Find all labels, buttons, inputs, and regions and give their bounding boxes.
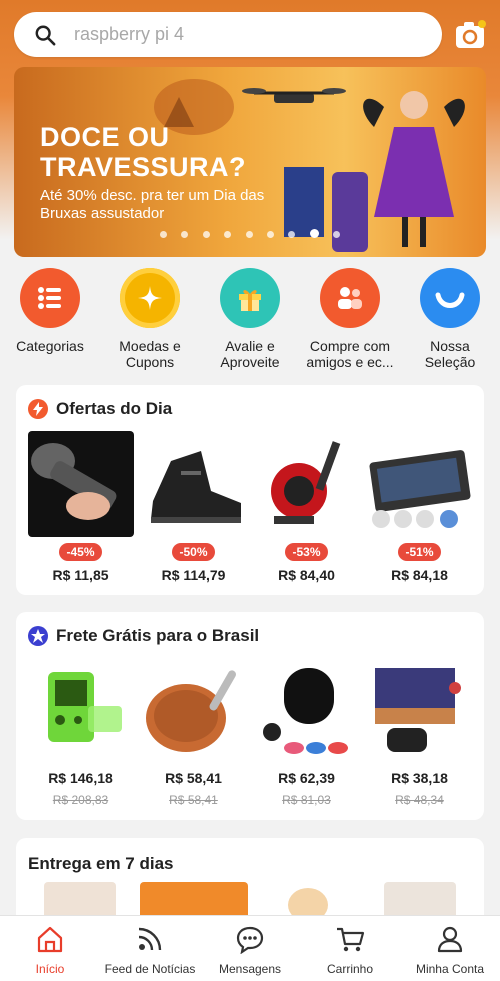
- product-old-price: R$ 48,34: [395, 793, 444, 807]
- gift-icon: [220, 268, 280, 328]
- carousel-dot[interactable]: [245, 231, 253, 238]
- free-shipping-title: Frete Grátis para o Brasil: [56, 626, 260, 645]
- tab-home[interactable]: Início: [0, 916, 100, 981]
- daily-deals-card: Ofertas do Dia -45% R$ 11,85 -50% R$ 114…: [16, 385, 484, 595]
- quick-link-label: Avalie e Aproveite: [220, 338, 280, 370]
- quick-link-buy-with-friends[interactable]: Compre com amigos e ec...: [300, 268, 400, 378]
- discount-badge: -53%: [285, 543, 328, 561]
- product-card[interactable]: -50% R$ 114,79: [137, 431, 250, 583]
- product-card[interactable]: -45% R$ 11,85: [24, 431, 137, 583]
- product-price: R$ 84,18: [391, 567, 448, 583]
- free-shipping-card: Frete Grátis para o Brasil R$ 146,18 R$ …: [16, 612, 484, 820]
- discount-badge: -45%: [59, 543, 102, 561]
- banner-title: DOCE OU TRAVESSURA?: [40, 122, 247, 182]
- search-input[interactable]: [74, 24, 404, 45]
- product-card[interactable]: R$ 62,39 R$ 81,03: [250, 658, 363, 807]
- tab-label: Mensagens: [218, 962, 282, 976]
- quick-link-label: Categorias: [16, 338, 84, 354]
- product-image-game-console: [27, 658, 134, 764]
- product-image-fishing-reel: [253, 431, 360, 537]
- product-image-frying-pan: [140, 658, 247, 764]
- product-card[interactable]: -51% R$ 84,18: [363, 431, 476, 583]
- promo-banner[interactable]: DOCE OU TRAVESSURA? Até 30% desc. pra te…: [14, 67, 486, 257]
- tab-messages[interactable]: Mensagens: [200, 916, 300, 981]
- product-card[interactable]: R$ 58,41 R$ 58,41: [137, 658, 250, 807]
- discount-badge: -51%: [398, 543, 441, 561]
- quick-link-reviews[interactable]: Avalie e Aproveite: [200, 268, 300, 378]
- search-bar[interactable]: [14, 12, 442, 57]
- product-image-retro-game: [366, 658, 473, 764]
- product-image-keyboard: [366, 431, 473, 537]
- tab-cart[interactable]: Carrinho: [300, 916, 400, 981]
- quick-link-label: Compre com amigos e ec...: [306, 338, 394, 370]
- product-image-flashlight: [27, 431, 134, 537]
- product-price: R$ 58,41: [165, 770, 222, 786]
- product-image-earbuds: [253, 658, 360, 764]
- carousel-dot[interactable]: [181, 231, 189, 238]
- sparkle-icon: [120, 268, 180, 328]
- carousel-dot-active[interactable]: [309, 229, 319, 238]
- product-price: R$ 62,39: [278, 770, 335, 786]
- smile-icon: [420, 268, 480, 328]
- product-price: R$ 38,18: [391, 770, 448, 786]
- user-icon: [437, 926, 463, 953]
- tab-label: Feed de Notícias: [104, 962, 196, 976]
- tab-label: Minha Conta: [415, 962, 485, 976]
- delivery-title[interactable]: Entrega em 7 dias: [28, 854, 174, 874]
- quick-link-label: Nossa Seleção: [424, 338, 476, 370]
- tab-label: Carrinho: [326, 962, 374, 976]
- product-image-boots: [140, 431, 247, 537]
- tab-feed[interactable]: Feed de Notícias: [100, 916, 200, 981]
- carousel-dot[interactable]: [224, 231, 232, 238]
- product-price: R$ 84,40: [278, 567, 335, 583]
- carousel-dot[interactable]: [159, 231, 167, 238]
- product-price: R$ 146,18: [48, 770, 113, 786]
- quick-link-coins[interactable]: Moedas e Cupons: [100, 268, 200, 378]
- lightning-icon: [28, 399, 48, 419]
- product-card[interactable]: R$ 146,18 R$ 208,83: [24, 658, 137, 807]
- product-old-price: R$ 81,03: [282, 793, 331, 807]
- product-old-price: R$ 208,83: [52, 793, 109, 807]
- tab-label: Início: [35, 962, 65, 976]
- camera-icon[interactable]: [454, 18, 488, 52]
- feed-icon: [138, 927, 162, 951]
- tab-account[interactable]: Minha Conta: [400, 916, 500, 981]
- badge-star-icon: [28, 626, 48, 646]
- daily-deals-title: Ofertas do Dia: [56, 399, 173, 418]
- carousel-dot[interactable]: [266, 231, 274, 238]
- chat-icon: [236, 926, 264, 955]
- product-old-price: R$ 58,41: [169, 793, 218, 807]
- product-card[interactable]: R$ 38,18 R$ 48,34: [363, 658, 476, 807]
- quick-link-our-selection[interactable]: Nossa Seleção: [400, 268, 500, 378]
- banner-subtitle: Até 30% desc. pra ter um Dia das Bruxas …: [40, 187, 265, 222]
- product-card[interactable]: -53% R$ 84,40: [250, 431, 363, 583]
- friends-icon: [320, 268, 380, 328]
- bottom-tab-bar: Início Feed de Notícias Mensagens Carrin…: [0, 915, 500, 981]
- carousel-dot[interactable]: [202, 231, 210, 238]
- product-price: R$ 11,85: [52, 567, 109, 583]
- home-icon: [37, 926, 63, 953]
- search-icon: [35, 25, 56, 45]
- carousel-dot[interactable]: [288, 231, 296, 238]
- quick-links: Categorias Moedas e Cupons Avalie e Apro…: [0, 268, 500, 378]
- carousel-dots[interactable]: [14, 225, 486, 243]
- quick-link-categories[interactable]: Categorias: [0, 268, 100, 378]
- cart-icon: [337, 927, 365, 952]
- list-icon: [20, 268, 80, 328]
- product-price: R$ 114,79: [161, 567, 226, 583]
- section-title[interactable]: Frete Grátis para o Brasil: [28, 626, 259, 646]
- section-title[interactable]: Ofertas do Dia: [28, 399, 172, 419]
- carousel-dot[interactable]: [333, 231, 341, 238]
- discount-badge: -50%: [172, 543, 215, 561]
- quick-link-label: Moedas e Cupons: [119, 338, 181, 370]
